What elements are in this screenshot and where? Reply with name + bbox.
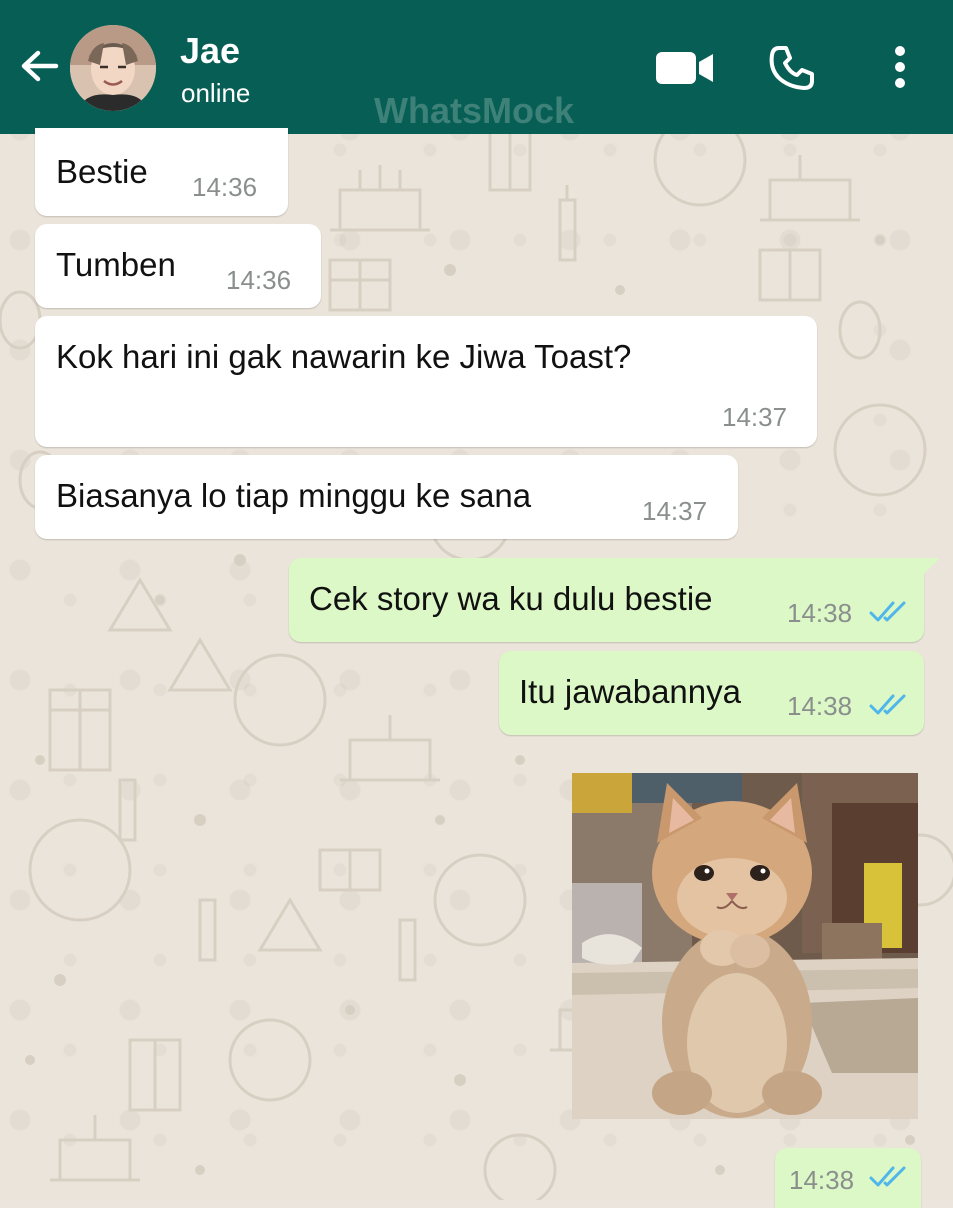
video-call-icon[interactable] bbox=[655, 50, 715, 91]
kitten-image bbox=[572, 773, 918, 1119]
message-text: Tumben bbox=[56, 246, 176, 283]
message-time: 14:37 bbox=[722, 402, 788, 432]
contact-avatar[interactable] bbox=[70, 25, 156, 111]
message-time: 14:38 bbox=[787, 598, 853, 628]
chat-header: Jae online WhatsMock bbox=[0, 0, 953, 134]
back-arrow-icon[interactable] bbox=[18, 44, 62, 88]
message-time: 14:36 bbox=[192, 172, 258, 202]
kitten-photo[interactable] bbox=[572, 773, 918, 1119]
incoming-message-bubble[interactable]: Tumben 14:36 bbox=[35, 224, 321, 308]
message-time: 14:36 bbox=[226, 265, 292, 295]
image-timestamp-bubble: 14:38 bbox=[775, 1148, 921, 1208]
incoming-message-bubble[interactable]: Kok hari ini gak nawarin ke Jiwa Toast? … bbox=[35, 316, 817, 447]
read-receipt-icon bbox=[869, 694, 906, 715]
message-time: 14:37 bbox=[642, 496, 708, 526]
message-time: 14:38 bbox=[789, 1165, 855, 1195]
contact-status: online bbox=[181, 78, 251, 108]
read-receipt-icon bbox=[869, 601, 906, 622]
outgoing-message-bubble[interactable]: Cek story wa ku dulu bestie 14:38 bbox=[289, 558, 924, 642]
more-vert-icon[interactable] bbox=[888, 44, 912, 95]
message-text: Kok hari ini gak nawarin ke Jiwa Toast? bbox=[56, 338, 632, 375]
outgoing-message-bubble[interactable]: Itu jawabannya 14:38 bbox=[499, 651, 924, 735]
message-text: Bestie bbox=[56, 153, 148, 190]
incoming-message-bubble[interactable]: Bestie 14:36 bbox=[35, 128, 288, 216]
contact-name[interactable]: Jae bbox=[180, 30, 240, 72]
message-time: 14:38 bbox=[787, 691, 853, 721]
incoming-message-bubble[interactable]: Biasanya lo tiap minggu ke sana 14:37 bbox=[35, 455, 738, 539]
message-text: Cek story wa ku dulu bestie bbox=[309, 580, 713, 617]
app-watermark: WhatsMock bbox=[374, 90, 575, 131]
message-text: Biasanya lo tiap minggu ke sana bbox=[56, 477, 532, 514]
outgoing-bubble-tail bbox=[922, 558, 940, 576]
avatar-portrait bbox=[70, 25, 156, 111]
phone-icon[interactable] bbox=[768, 44, 816, 97]
message-text: Itu jawabannya bbox=[519, 673, 741, 710]
read-receipt-icon bbox=[869, 1166, 906, 1187]
